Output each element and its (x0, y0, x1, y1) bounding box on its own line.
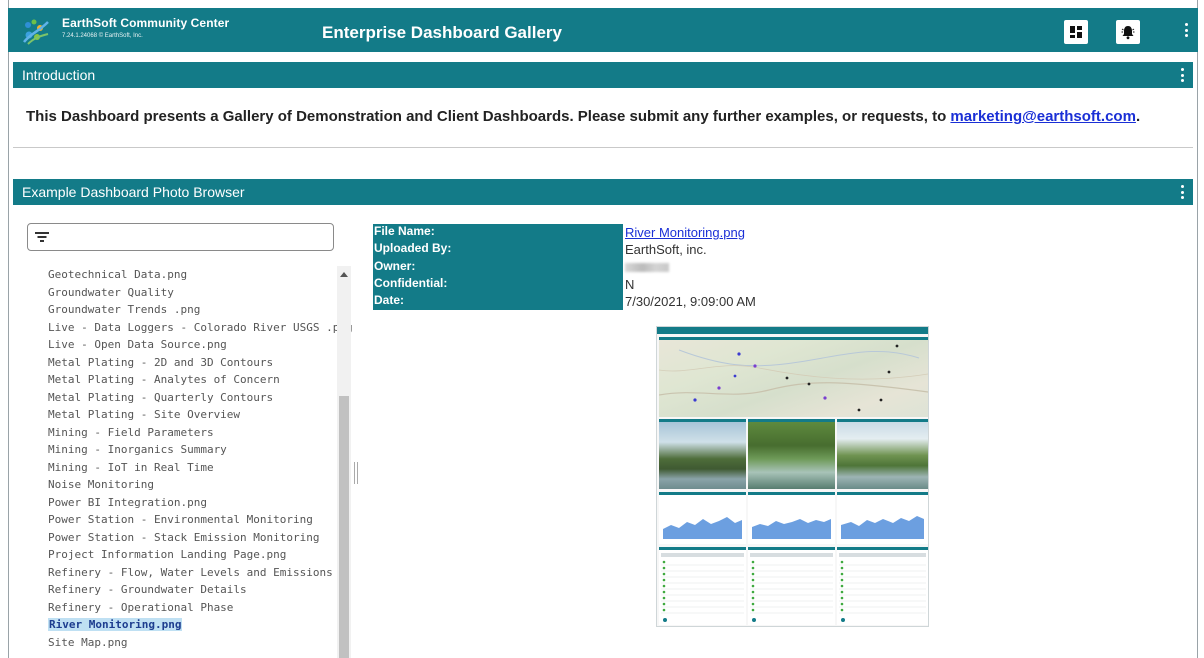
alerts-button[interactable] (1116, 20, 1140, 44)
file-list: Geotechnical Data.png Groundwater Quality… (27, 266, 352, 658)
marketing-email-link[interactable]: marketing@earthsoft.com (950, 108, 1136, 125)
photo-browser-header: Example Dashboard Photo Browser (13, 179, 1193, 205)
preview-photo-1 (659, 419, 746, 489)
file-list-scrollbar[interactable] (337, 266, 351, 658)
owner-redacted (625, 262, 669, 272)
list-item-label: Power Station - Environmental Monitoring (48, 513, 313, 526)
list-item[interactable]: Live - Open Data Source.png (27, 336, 352, 354)
preview-chart-3 (837, 492, 928, 544)
list-item[interactable]: Project Information Landing Page.png (27, 546, 352, 564)
preview-photo-3 (837, 419, 928, 489)
introduction-body: This Dashboard presents a Gallery of Dem… (26, 108, 951, 125)
filter-icon (35, 232, 49, 242)
introduction-text: This Dashboard presents a Gallery of Dem… (26, 108, 1140, 125)
list-item-label: Refinery - Flow, Water Levels and Emissi… (48, 565, 333, 579)
earthsoft-logo-icon (23, 19, 49, 45)
scroll-thumb[interactable] (339, 396, 349, 658)
list-item[interactable]: Mining - Field Parameters (27, 424, 352, 442)
file-name-label: File Name: (373, 224, 623, 242)
more-vert-icon[interactable] (1183, 23, 1189, 37)
introduction-title: Introduction (22, 67, 96, 83)
list-item-label: Groundwater Trends .png (48, 303, 201, 316)
list-item[interactable]: Mining - Inorganics Summary (27, 441, 352, 459)
list-item[interactable]: Groundwater Trends .png (27, 301, 352, 319)
owner-value (623, 259, 669, 276)
list-item[interactable]: Refinery - Operational Phase (27, 599, 352, 617)
list-item[interactable]: Metal Plating - 2D and 3D Contours (27, 354, 352, 372)
file-filter-input[interactable] (27, 223, 334, 251)
top-app-bar: EarthSoft Community Center 7.24.1.24068 … (8, 8, 1198, 52)
pane-splitter-handle[interactable] (354, 462, 358, 484)
brand-name: EarthSoft Community Center (62, 16, 230, 30)
uploaded-by-value: EarthSoft, inc. (625, 242, 707, 258)
introduction-menu-icon[interactable] (1179, 68, 1185, 82)
list-item-label: Metal Plating - Analytes of Concern (48, 373, 280, 386)
list-item-label: Metal Plating - Quarterly Contours (48, 390, 274, 404)
preview-photo-2 (748, 419, 835, 489)
list-item[interactable]: Site Map.png (27, 634, 352, 652)
photo-browser-title: Example Dashboard Photo Browser (22, 184, 245, 200)
app-title: Enterprise Dashboard Gallery (322, 23, 562, 42)
section-divider (13, 147, 1193, 148)
list-item[interactable]: Refinery - Flow, Water Levels and Emissi… (27, 564, 352, 582)
dashboard-layout-button[interactable] (1064, 20, 1088, 44)
list-item-label: Power BI Integration.png (48, 495, 207, 509)
list-item-label: Site Map.png (48, 635, 128, 649)
list-item[interactable]: Mining - IoT in Real Time (27, 459, 352, 477)
brand-version: 7.24.1.24068 © EarthSoft, Inc. (62, 33, 143, 39)
preview-table-1 (659, 547, 746, 625)
preview-map-panel (658, 337, 928, 417)
list-item[interactable]: Metal Plating - Site Overview (27, 406, 352, 424)
list-item-selected[interactable]: River Monitoring.png (27, 616, 352, 634)
confidential-label: Confidential: (373, 275, 623, 294)
confidential-value: N (625, 276, 635, 292)
list-item[interactable]: Metal Plating - Analytes of Concern (27, 371, 352, 389)
preview-table-2 (748, 547, 835, 625)
list-item-label: Live - Data Loggers - Colorado River USG… (48, 320, 352, 334)
list-item[interactable]: Refinery - Groundwater Details (27, 581, 352, 599)
date-label: Date: (373, 293, 623, 311)
photo-browser-menu-icon[interactable] (1179, 185, 1185, 199)
owner-label: Owner: (373, 258, 623, 276)
list-item-label: Groundwater Quality (48, 285, 174, 299)
list-item-label: River Monitoring.png (48, 618, 183, 631)
list-item[interactable]: Noise Monitoring (27, 476, 352, 494)
list-item-label: Noise Monitoring (48, 478, 154, 491)
preview-table-3 (837, 547, 928, 625)
list-item-label: Metal Plating - 2D and 3D Contours (48, 355, 274, 369)
list-item-label: Mining - IoT in Real Time (48, 460, 214, 474)
list-item[interactable]: Metal Plating - Quarterly Contours (27, 389, 352, 407)
list-item-label: Live - Open Data Source.png (48, 338, 227, 351)
alert-bell-icon (1121, 26, 1135, 40)
introduction-header: Introduction (13, 62, 1193, 88)
list-item[interactable]: Live - Data Loggers - Colorado River USG… (27, 319, 352, 337)
list-item-label: Refinery - Groundwater Details (48, 583, 247, 596)
scroll-up-arrow-icon[interactable] (340, 272, 348, 277)
preview-chart-2 (748, 492, 835, 544)
list-item-label: Geotechnical Data.png (48, 268, 188, 281)
file-details: File Name: River Monitoring.png Uploaded… (373, 224, 756, 311)
introduction-period: . (1135, 108, 1141, 125)
list-item[interactable]: Groundwater Quality (27, 284, 352, 302)
preview-chart-1 (659, 492, 746, 544)
dashboard-preview-image (656, 326, 929, 627)
uploaded-by-label: Uploaded By: (373, 241, 623, 259)
list-item-label: Mining - Field Parameters (48, 425, 214, 439)
dashboard-layout-icon (1070, 26, 1082, 38)
list-item-label: Mining - Inorganics Summary (48, 443, 227, 456)
list-item-label: Metal Plating - Site Overview (48, 408, 241, 421)
list-item[interactable]: Geotechnical Data.png (27, 266, 352, 284)
list-item-label: Refinery - Operational Phase (48, 600, 234, 614)
list-item[interactable]: Power Station - Environmental Monitoring (27, 511, 352, 529)
list-item-label: Project Information Landing Page.png (48, 548, 287, 561)
list-item[interactable]: Power BI Integration.png (27, 494, 352, 512)
list-item-label: Power Station - Stack Emission Monitorin… (48, 530, 320, 544)
file-name-link[interactable]: River Monitoring.png (625, 225, 745, 240)
date-value: 7/30/2021, 9:09:00 AM (625, 294, 756, 310)
list-item[interactable]: Power Station - Stack Emission Monitorin… (27, 529, 352, 547)
